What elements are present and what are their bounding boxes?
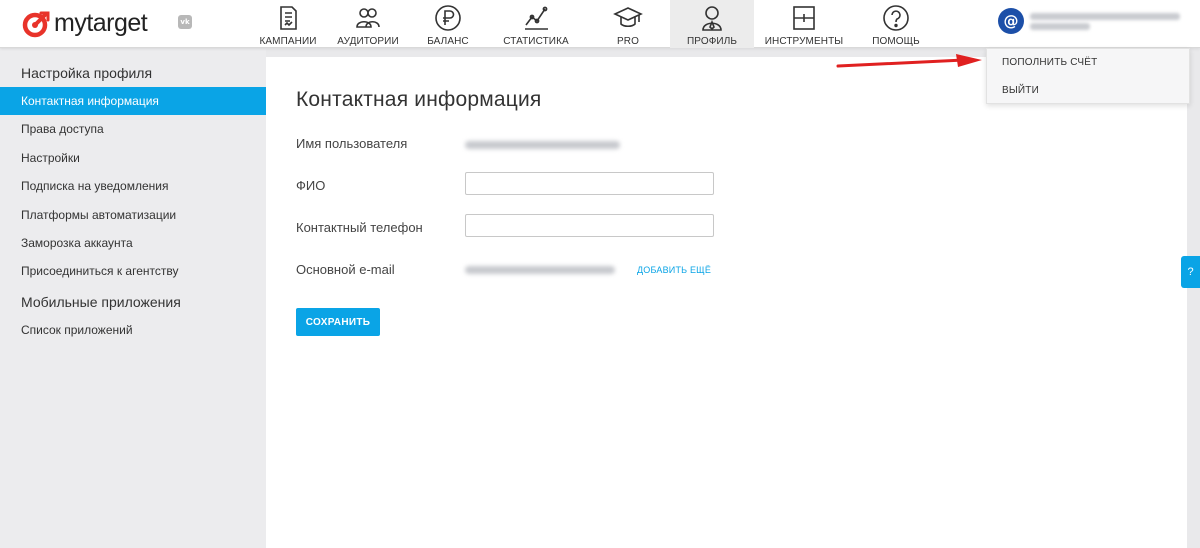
nav-balance[interactable]: БАЛАНС bbox=[410, 0, 486, 48]
side-help-tab[interactable]: ? bbox=[1181, 256, 1200, 288]
phone-input[interactable] bbox=[465, 214, 714, 237]
sidebar-item-freeze-account[interactable]: Заморозка аккаунта bbox=[0, 229, 266, 257]
nav-statistics[interactable]: СТАТИСТИКА bbox=[486, 0, 586, 48]
email-value-blurred bbox=[465, 266, 615, 274]
help-icon bbox=[883, 5, 909, 31]
phone-label: Контактный телефон bbox=[296, 220, 423, 235]
username-value-blurred bbox=[465, 141, 620, 149]
save-button[interactable]: СОХРАНИТЬ bbox=[296, 308, 380, 336]
sidebar-item-join-agency[interactable]: Присоединиться к агентству bbox=[0, 257, 266, 285]
sidebar-item-contact-info[interactable]: Контактная информация bbox=[0, 87, 266, 116]
nav-campaigns[interactable]: КАМПАНИИ bbox=[250, 0, 326, 48]
avatar: @ bbox=[998, 8, 1024, 34]
fio-input[interactable] bbox=[465, 172, 714, 195]
add-email-link[interactable]: ДОБАВИТЬ ЕЩЁ bbox=[637, 265, 711, 275]
vk-badge-icon: vk bbox=[178, 15, 192, 29]
menu-item-top-up-balance[interactable]: ПОПОЛНИТЬ СЧЁТ bbox=[987, 49, 1189, 77]
page-title: Контактная информация bbox=[296, 88, 542, 111]
sidebar-item-settings[interactable]: Настройки bbox=[0, 144, 266, 172]
main-nav: КАМПАНИИ АУДИТОРИИ БАЛАНС СТАТИСТИКА PRO bbox=[250, 0, 938, 48]
nav-tools[interactable]: ИНСТРУМЕНТЫ bbox=[754, 0, 854, 48]
main-content: Контактная информация Имя пользователя Ф… bbox=[266, 57, 1187, 548]
nav-audiences[interactable]: АУДИТОРИИ bbox=[326, 0, 410, 48]
profile-icon bbox=[702, 6, 722, 31]
campaigns-icon bbox=[280, 6, 297, 30]
sidebar-item-access-rights[interactable]: Права доступа bbox=[0, 115, 266, 143]
sidebar-item-app-list[interactable]: Список приложений bbox=[0, 316, 266, 344]
profile-sidebar: Настройка профиля Контактная информация … bbox=[0, 49, 266, 548]
user-menu-toggle[interactable]: @ bbox=[998, 8, 1180, 34]
sidebar-item-automation-platforms[interactable]: Платформы автоматизации bbox=[0, 201, 266, 229]
nav-pro[interactable]: PRO bbox=[586, 0, 670, 48]
menu-item-logout[interactable]: ВЫЙТИ bbox=[987, 77, 1189, 105]
sidebar-section-profile-settings: Настройка профиля bbox=[21, 65, 153, 81]
fio-label: ФИО bbox=[296, 178, 326, 193]
tools-icon bbox=[793, 6, 815, 30]
email-label: Основной e-mail bbox=[296, 262, 395, 277]
nav-help[interactable]: ПОМОЩЬ bbox=[854, 0, 938, 48]
graduation-cap-icon bbox=[613, 7, 643, 28]
username-label: Имя пользователя bbox=[296, 136, 408, 151]
logo-text: mytarget bbox=[54, 9, 148, 37]
user-info-blurred bbox=[1030, 10, 1180, 33]
ruble-icon bbox=[435, 5, 461, 31]
sidebar-section-mobile-apps: Мобильные приложения bbox=[21, 293, 181, 310]
top-header: mytarget vk КАМПАНИИ АУДИТОРИИ БАЛАНС СТ bbox=[0, 0, 1200, 48]
mytarget-logo-icon bbox=[22, 11, 50, 37]
statistics-icon bbox=[525, 6, 548, 30]
audiences-icon bbox=[356, 8, 380, 28]
mytarget-logo[interactable]: mytarget bbox=[22, 9, 148, 38]
red-arrow-annotation bbox=[836, 54, 982, 68]
nav-profile[interactable]: ПРОФИЛЬ bbox=[670, 0, 754, 48]
user-dropdown-menu: ПОПОЛНИТЬ СЧЁТ ВЫЙТИ bbox=[986, 48, 1190, 104]
sidebar-item-notifications[interactable]: Подписка на уведомления bbox=[0, 172, 266, 200]
